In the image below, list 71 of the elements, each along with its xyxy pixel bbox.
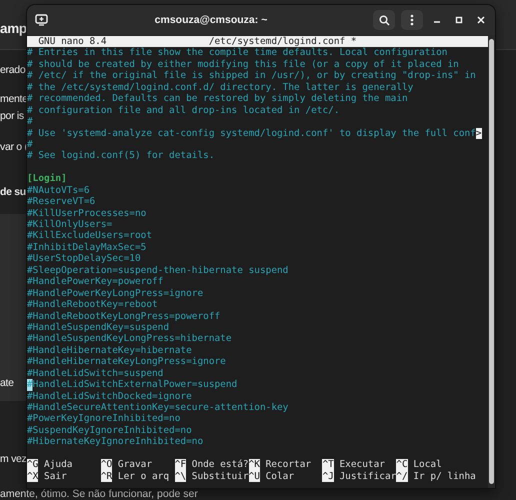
comment-line: # the /etc/systemd/logind.conf.d/ directory. The latter is generally [27, 82, 414, 94]
comment-line: # Use 'systemd-analyze cat-config systemd/logind.conf' to display the full conf [27, 128, 476, 139]
page-text: de su [0, 186, 26, 198]
shortcut-label: Local [413, 459, 442, 471]
shortcut-key: ^/ [396, 470, 408, 482]
comment-line: # recommended. Defaults can be restored by simply deleting the main [27, 93, 408, 105]
scrollbar[interactable] [488, 35, 495, 488]
window-title: cmsouza@cmsouza: ~ [154, 14, 268, 26]
shortcut-key: ^F [174, 459, 186, 471]
config-line: #HandleSuspendKeyLongPress=hibernate [27, 333, 232, 345]
config-line: #HandleSuspendKey=suspend [27, 322, 170, 334]
shortcut-label: Onde está? [192, 459, 249, 471]
shortcut-label: Gravar [118, 459, 152, 471]
shortcut-key: ^\ [174, 470, 186, 482]
page-text: ate [0, 377, 14, 389]
config-line: #KillOnlyUsers= [27, 219, 112, 230]
config-line: #KillUserProcesses=no [27, 208, 146, 219]
shortcut-key: ^T [322, 459, 334, 471]
comment-line: # [27, 116, 33, 128]
page-text: erado [0, 64, 26, 76]
config-line: #NAutoVTs=6 [27, 184, 90, 196]
comment-line: # should be created by either modifying this file (or a copy of it placed in [27, 58, 459, 70]
shortcut-label: Sair [44, 470, 67, 482]
config-line: #HandleRebootKeyLongPress=poweroff [27, 310, 220, 322]
config-line: #HandlePowerKey=poweroff [27, 276, 164, 288]
config-line: #SleepOperation=suspend-then-hibernate suspend [27, 264, 288, 276]
shortcut-label: Ajuda [44, 459, 72, 471]
overflow-marker: > [476, 128, 482, 139]
config-line: #HandleSecureAttentionKey=secure-attention-key [27, 402, 288, 414]
shortcut-key: ^J [322, 470, 334, 482]
shortcut-key: ^R [100, 470, 112, 482]
config-line: #HandleHibernateKey=hibernate [27, 344, 192, 356]
shortcut-label: Recortar [266, 459, 312, 471]
page-text: por is [0, 110, 24, 122]
section-header: [Login] [27, 173, 67, 185]
shortcut-label: Executar [339, 459, 385, 471]
comment-line: # configuration file and all drop-ins located in /etc/. [27, 104, 340, 116]
shortcut-key: ^G [27, 459, 38, 471]
shortcut-label: Ler o arq [118, 470, 170, 482]
shortcut-key: ^X [27, 470, 38, 482]
shortcut-key: ^K [248, 459, 260, 471]
config-line: #ReserveVT=6 [27, 196, 96, 208]
search-icon[interactable] [373, 10, 395, 30]
comment-line: # /etc/ if the original file is shipped in /usr/), or by creating "drop-ins" in [27, 70, 476, 82]
shortcut-label: Justificar [339, 470, 396, 482]
config-line: #HandleLidSwitchDocked=ignore [27, 390, 192, 402]
config-line: #HandleLidSwitch=suspend [27, 368, 164, 380]
comment-line: # See logind.conf(5) for details. [27, 150, 215, 162]
config-line: #PowerKeyIgnoreInhibited=no [27, 413, 180, 425]
page-text: m vez [0, 453, 27, 465]
shortcut-key: ^C [396, 459, 408, 471]
file-name: /etc/systemd/logind.conf * [208, 36, 357, 48]
config-line: #HandlePowerKeyLongPress=ignore [27, 288, 204, 300]
config-line: #HandleRebootKey=reboot [27, 299, 158, 310]
comment-line: # Entries in this file show the compile time defaults. Local configuration [27, 47, 448, 59]
config-line: #InhibitDelayMaxSec=5 [27, 242, 146, 254]
config-line: #SuspendKeyIgnoreInhibited=no [27, 424, 192, 436]
shortcut-key: ^U [248, 470, 260, 482]
shortcut-label: Colar [266, 470, 294, 482]
shortcut-key: ^O [100, 459, 112, 471]
editor-name: GNU nano 8.4 [38, 36, 108, 48]
config-line: #HibernateKeyIgnoreInhibited=no [27, 436, 204, 448]
config-line: #UserStopDelaySec=10 [27, 253, 141, 265]
page-text: amente, ótimo. Se não funcionar, pode ser [0, 488, 198, 500]
menu-icon[interactable] [401, 10, 423, 30]
shortcut-label: Substituir [192, 470, 249, 482]
config-line: #HandleHibernateKeyLongPress=ignore [27, 356, 226, 368]
page-title: amp [0, 21, 27, 36]
config-line: #KillExcludeUsers=root [27, 230, 152, 242]
comment-line: # [27, 138, 33, 150]
shortcut-label: Ir p/ linha [413, 470, 476, 482]
